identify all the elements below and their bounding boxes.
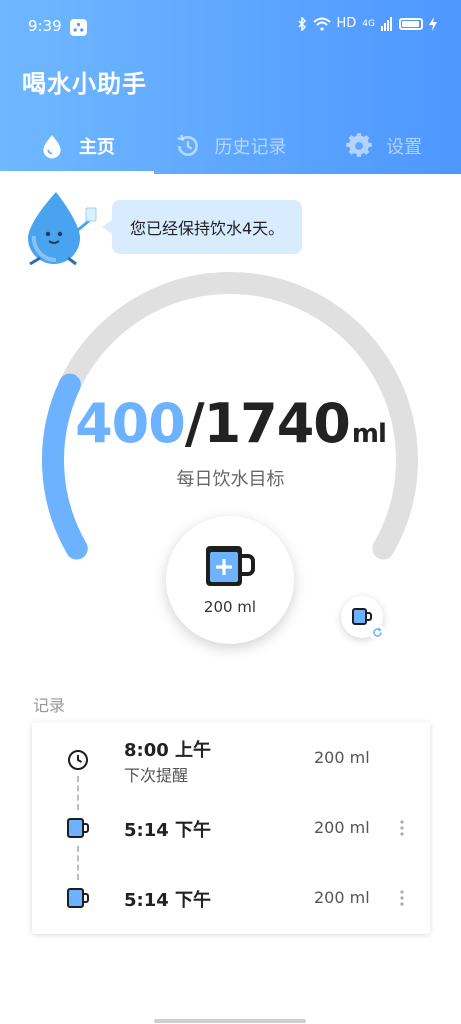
records-title: 记录 — [33, 696, 66, 715]
tab-home-label: 主页 — [78, 137, 115, 158]
record-time: 8:00 上午 — [124, 740, 212, 761]
more-options-icon[interactable] — [394, 886, 410, 910]
wifi-icon — [312, 17, 331, 31]
app-title: 喝水小助手 — [22, 70, 147, 98]
intake-separator: / — [184, 392, 205, 455]
network-type-label: HD — [336, 16, 357, 31]
bluetooth-icon — [297, 16, 306, 31]
records-card: 8:00 上午 下次提醒 200 ml 5:14 下午 200 ml 5:14 … — [32, 722, 430, 934]
notification-app-icon — [70, 19, 87, 36]
intake-goal: 1740 — [203, 392, 351, 455]
clock-icon — [68, 750, 88, 770]
status-icons: HD 4G — [297, 16, 437, 31]
cup-icon — [67, 888, 89, 908]
battery-icon — [399, 17, 423, 30]
more-options-icon[interactable] — [394, 816, 410, 840]
gear-icon — [346, 133, 372, 157]
encouragement-bubble: 您已经保持饮水4天。 — [101, 200, 303, 254]
app-header: 9:39 HD 4G 喝水小助手 主页 历史记录 设置 — [0, 0, 461, 174]
record-subtitle: 下次提醒 — [124, 766, 189, 785]
record-time: 5:14 下午 — [124, 820, 212, 841]
tab-settings[interactable]: 设置 — [307, 118, 461, 174]
record-amount: 200 ml — [314, 748, 370, 767]
signal-icon — [381, 16, 392, 31]
record-row[interactable]: 5:14 下午 200 ml — [32, 798, 430, 858]
history-icon — [176, 134, 198, 156]
add-cup-amount: 200 ml — [203, 598, 257, 616]
refresh-icon — [369, 624, 385, 640]
tab-bar: 主页 历史记录 设置 — [0, 118, 461, 174]
switch-cup-button[interactable] — [341, 596, 385, 640]
record-time: 5:14 下午 — [124, 890, 212, 911]
status-time: 9:39 — [28, 17, 62, 35]
intake-progress: 400/1740ml — [0, 392, 461, 455]
add-water-button[interactable]: 200 ml — [166, 516, 294, 644]
cup-switch-icon — [352, 608, 372, 625]
water-drop-mascot-icon — [28, 192, 97, 266]
signal-label: 4G — [362, 18, 375, 29]
record-row[interactable]: 5:14 下午 200 ml — [32, 868, 430, 928]
intake-unit: ml — [351, 419, 387, 449]
goal-label: 每日饮水目标 — [176, 469, 285, 490]
cup-icon — [67, 818, 89, 838]
record-amount: 200 ml — [314, 888, 370, 907]
encouragement-text: 您已经保持饮水4天。 — [130, 219, 285, 238]
tab-history[interactable]: 历史记录 — [154, 118, 308, 174]
water-drop-icon — [43, 135, 61, 159]
cup-plus-icon — [206, 546, 255, 586]
charging-icon — [429, 16, 437, 31]
home-indicator — [154, 1019, 306, 1023]
tab-history-label: 历史记录 — [214, 137, 287, 158]
record-amount: 200 ml — [314, 818, 370, 837]
tab-home[interactable]: 主页 — [0, 118, 154, 174]
tab-settings-label: 设置 — [386, 137, 423, 158]
status-bar: 9:39 HD 4G — [0, 0, 461, 56]
record-row-reminder[interactable]: 8:00 上午 下次提醒 200 ml — [32, 730, 430, 790]
intake-current: 400 — [75, 392, 186, 455]
